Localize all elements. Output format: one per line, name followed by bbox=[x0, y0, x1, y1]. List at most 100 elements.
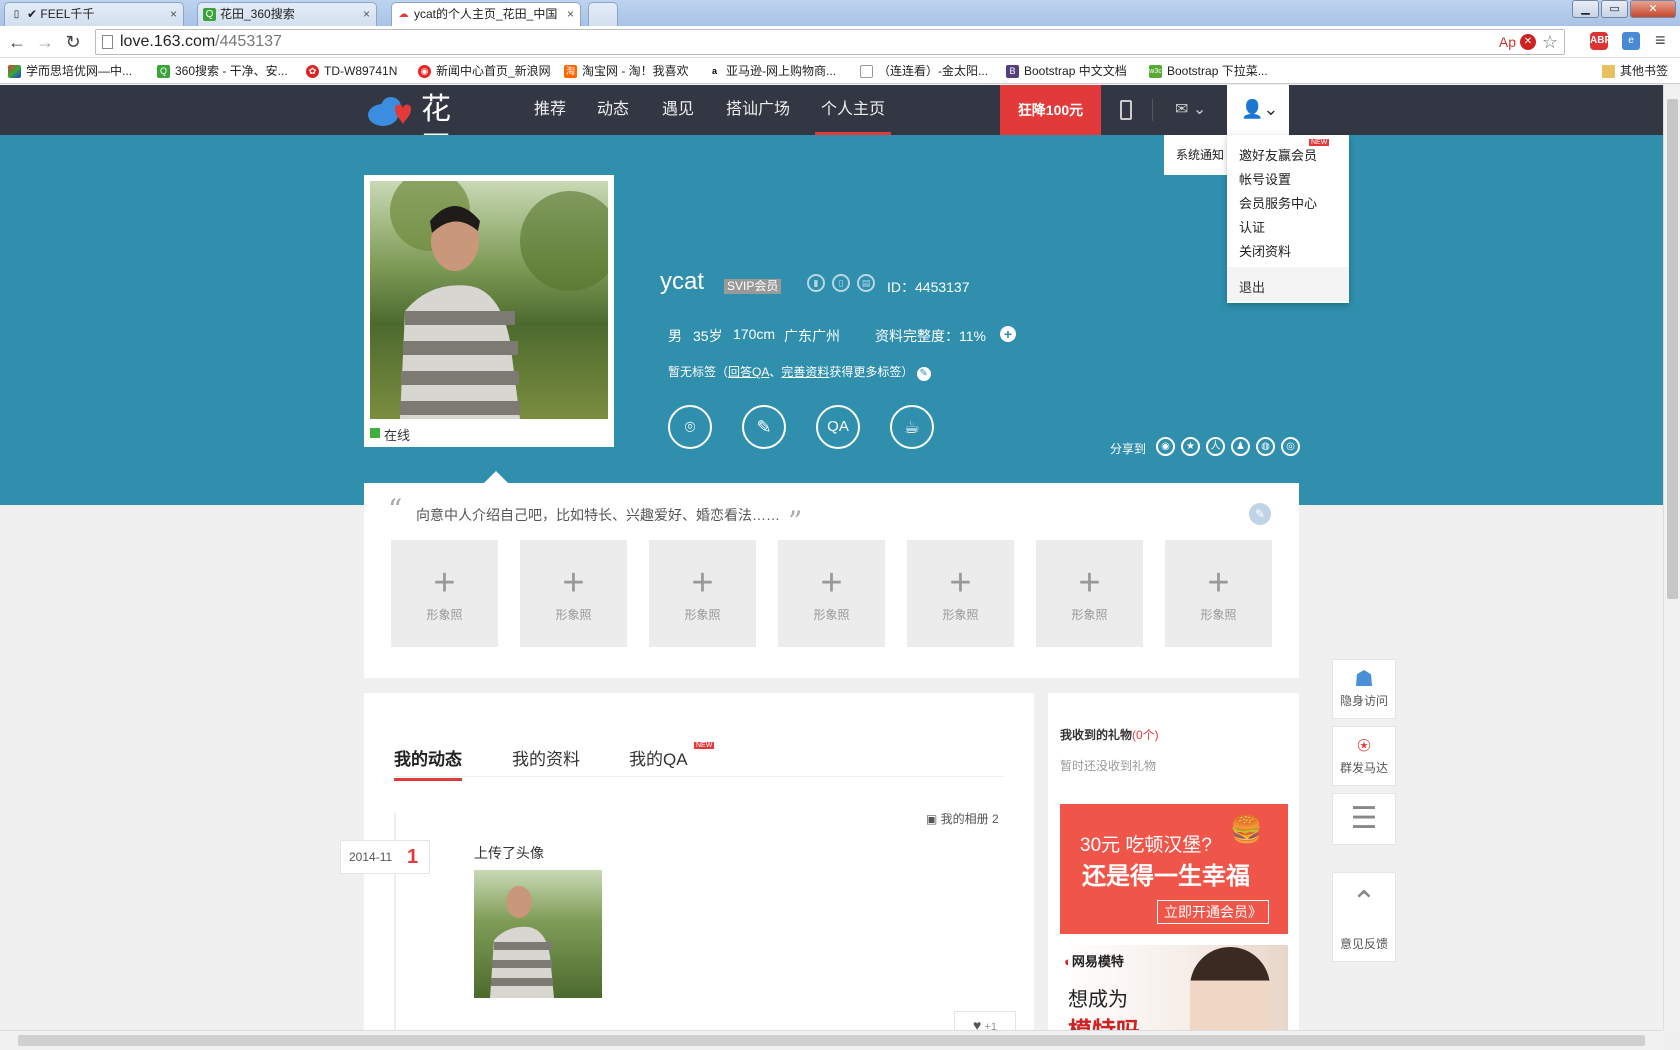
other-bookmarks[interactable]: 其他书签 bbox=[1602, 58, 1668, 84]
tab-my-profile[interactable]: 我的资料 bbox=[512, 745, 580, 770]
nav-recommend[interactable]: 推荐 bbox=[534, 85, 566, 135]
photo-slot[interactable]: + 形象照 bbox=[391, 540, 498, 647]
maximize-button[interactable]: ▭ bbox=[1601, 0, 1628, 18]
invite-friends-item[interactable]: 邀好友赢会员 bbox=[1239, 145, 1317, 164]
bootstrap-icon: B bbox=[1006, 65, 1019, 78]
tab-title: 花田_360搜索 bbox=[220, 7, 295, 21]
bookmark-label: 亚马逊-网上购物商... bbox=[726, 64, 836, 78]
back-arrow-icon[interactable]: ← bbox=[6, 31, 28, 53]
block-icon[interactable]: ✕ bbox=[1520, 34, 1536, 50]
avatar[interactable] bbox=[370, 181, 608, 419]
forward-arrow-icon[interactable]: → bbox=[34, 31, 56, 53]
phone-verify-icon[interactable]: ▯ bbox=[832, 274, 850, 292]
bookmark-item[interactable]: ◉ 新闻中心首页_新浪网 bbox=[418, 58, 551, 84]
tab-my-qa[interactable]: 我的QA bbox=[629, 745, 688, 770]
logout-item[interactable]: 退出 bbox=[1227, 267, 1349, 301]
verification-item[interactable]: 认证 bbox=[1239, 217, 1265, 236]
open-vip-button[interactable]: 立即开通会员》 bbox=[1157, 900, 1269, 924]
mail-icon[interactable]: ✉ ⌄ bbox=[1175, 99, 1206, 119]
browser-tab[interactable]: Q 花田_360搜索 × bbox=[197, 2, 377, 26]
acrobat-icon[interactable]: Ap bbox=[1499, 30, 1516, 54]
nav-feed[interactable]: 动态 bbox=[597, 85, 629, 135]
incognito-visit-button[interactable]: ☗ 隐身访问 bbox=[1332, 659, 1396, 719]
scroll-thumb[interactable] bbox=[18, 1035, 1645, 1046]
album-link[interactable]: ▣ 我的相册 2 bbox=[926, 810, 999, 827]
photo-slot[interactable]: + 形象照 bbox=[778, 540, 885, 647]
photo-slot[interactable]: + 形象照 bbox=[907, 540, 1014, 647]
system-notice[interactable]: 系统通知 bbox=[1164, 135, 1227, 175]
nav-square[interactable]: 搭讪广场 bbox=[726, 85, 790, 135]
huatian-logo[interactable]: 花田 bbox=[365, 91, 475, 165]
post-photo[interactable] bbox=[474, 870, 602, 998]
menu-icon[interactable]: ≡ bbox=[1655, 30, 1666, 51]
intro-placeholder[interactable]: 向意中人介绍自己吧，比如特长、兴趣爱好、婚恋看法…… bbox=[416, 505, 780, 525]
nav-meet[interactable]: 遇见 bbox=[662, 85, 694, 135]
share-icons: ◉ ★ 人 ♟ ◍ ◎ bbox=[1156, 437, 1300, 456]
wechat-share-icon[interactable]: ◍ bbox=[1256, 437, 1275, 456]
chevron-up-icon[interactable]: ⌃ bbox=[1333, 883, 1395, 923]
model-ad-banner[interactable]: ◐网易模特 想成为 模特吗 bbox=[1060, 945, 1288, 1030]
promo-button[interactable]: 狂降100元 bbox=[1000, 85, 1101, 135]
svip-badge[interactable]: SVIP会员 bbox=[724, 279, 782, 294]
like-button[interactable]: ♥ +1 bbox=[954, 1011, 1016, 1030]
reload-icon[interactable]: ↻ bbox=[62, 31, 84, 53]
scroll-thumb[interactable] bbox=[1667, 99, 1678, 599]
browser-tab[interactable]: ▯ ✔ FEEL千千 × bbox=[4, 2, 184, 26]
bookmark-item[interactable]: （连连看）-金太阳... bbox=[860, 58, 988, 84]
bookmark-item[interactable]: a 亚马逊-网上购物商... bbox=[708, 58, 836, 84]
bookmark-item[interactable]: 学而思培优网—中... bbox=[8, 58, 132, 84]
search-icon: Q bbox=[203, 8, 216, 21]
horizontal-scrollbar[interactable] bbox=[0, 1030, 1663, 1050]
adblock-icon[interactable]: ABP bbox=[1590, 32, 1611, 50]
mobile-icon[interactable] bbox=[1120, 100, 1132, 120]
close-tab-icon[interactable]: × bbox=[170, 3, 177, 25]
edit-intro-icon[interactable]: ✎ bbox=[1249, 503, 1271, 525]
vip-ad-banner[interactable]: 30元 吃顿汉堡? 还是得一生幸福 🍔 立即开通会员》 bbox=[1060, 804, 1288, 934]
close-tab-icon[interactable]: × bbox=[567, 3, 574, 25]
feedback-button[interactable]: ⌃ 意见反馈 bbox=[1332, 872, 1396, 962]
user-menu-toggle[interactable]: 👤⌄ bbox=[1227, 85, 1289, 135]
photo-slot[interactable]: + 形象照 bbox=[1036, 540, 1143, 647]
renren-share-icon[interactable]: 人 bbox=[1206, 437, 1225, 456]
answer-qa-link[interactable]: 回答QA bbox=[728, 365, 769, 379]
bookmark-item[interactable]: w3c Bootstrap 下拉菜... bbox=[1149, 58, 1268, 84]
nav-profile[interactable]: 个人主页 bbox=[815, 85, 892, 135]
browser-tab-active[interactable]: ☁ ycat的个人主页_花田_中国 × bbox=[391, 2, 581, 26]
post-photo-image bbox=[490, 886, 554, 998]
camera-button[interactable]: ⌾ bbox=[668, 405, 712, 449]
photo-slot[interactable]: + 形象照 bbox=[649, 540, 756, 647]
bookmark-item[interactable]: Q 360搜索 - 干净、安... bbox=[157, 58, 288, 84]
close-window-button[interactable]: ✕ bbox=[1630, 0, 1676, 18]
add-icon[interactable]: + bbox=[1000, 326, 1016, 342]
photo-slot[interactable]: + 形象照 bbox=[520, 540, 627, 647]
vertical-scrollbar[interactable] bbox=[1663, 85, 1680, 1030]
qa-button[interactable]: QA bbox=[816, 405, 860, 449]
qq-share-icon[interactable]: ♟ bbox=[1231, 437, 1250, 456]
incognito-label: 隐身访问 bbox=[1339, 694, 1388, 708]
bookmark-badge-icon[interactable]: ▮ bbox=[807, 274, 825, 292]
coffee-button[interactable]: ☕ bbox=[890, 405, 934, 449]
bookmark-item[interactable]: 淘淘宝网 - 淘！我喜欢 bbox=[564, 58, 689, 84]
id-verify-icon[interactable]: ▤ bbox=[857, 274, 875, 292]
account-settings-item[interactable]: 帐号设置 bbox=[1239, 169, 1291, 188]
qzone-share-icon[interactable]: ★ bbox=[1181, 437, 1200, 456]
photo-slot[interactable]: + 形象照 bbox=[1165, 540, 1272, 647]
close-tab-icon[interactable]: × bbox=[363, 3, 370, 25]
extension-icon[interactable]: e bbox=[1622, 32, 1640, 50]
more-menu-button[interactable]: ☰ bbox=[1332, 793, 1396, 845]
close-profile-item[interactable]: 关闭资料 bbox=[1239, 241, 1291, 260]
star-bookmark-icon[interactable]: ☆ bbox=[1542, 30, 1558, 54]
new-tab-button[interactable] bbox=[588, 2, 618, 26]
edit-button[interactable]: ✎ bbox=[742, 405, 786, 449]
mass-message-button[interactable]: ⍟ 群发马达 bbox=[1332, 726, 1396, 786]
yixin-share-icon[interactable]: ◎ bbox=[1281, 437, 1300, 456]
complete-profile-link[interactable]: 完善资料 bbox=[781, 365, 829, 379]
url-input[interactable]: love.163.com/4453137 Ap ✕ ☆ bbox=[95, 29, 1565, 55]
minimize-button[interactable]: ▁ bbox=[1572, 0, 1599, 18]
bookmark-item[interactable]: B Bootstrap 中文文档 bbox=[1006, 58, 1127, 84]
edit-icon[interactable]: ✎ bbox=[916, 367, 931, 381]
plus-icon: + bbox=[691, 562, 714, 604]
weibo-share-icon[interactable]: ◉ bbox=[1156, 437, 1175, 456]
bookmark-item[interactable]: ✿ TD-W89741N bbox=[306, 58, 397, 84]
member-center-item[interactable]: 会员服务中心 bbox=[1239, 193, 1317, 212]
